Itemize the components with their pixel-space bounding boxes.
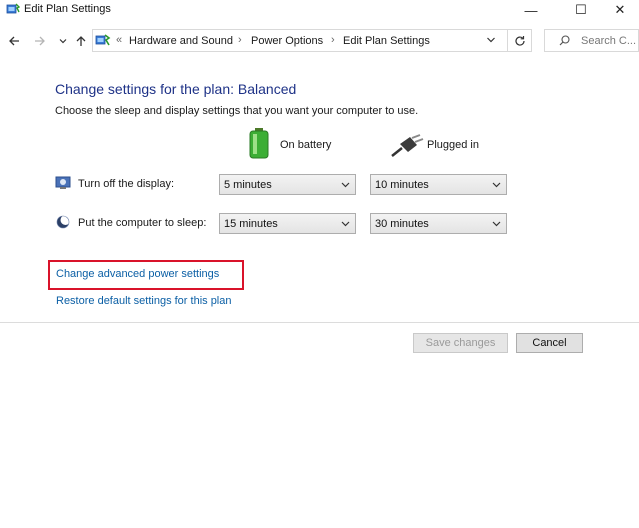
plugged-in-label: Plugged in [427, 139, 479, 151]
search-icon [559, 35, 570, 46]
chevron-down-icon [489, 217, 503, 231]
battery-icon [249, 128, 269, 159]
sleep-on-battery-value: 15 minutes [224, 217, 278, 230]
power-options-app-icon [6, 3, 20, 14]
power-plug-icon [391, 134, 424, 157]
display-plugged-in-select[interactable]: 10 minutes [370, 174, 507, 195]
display-plugged-in-value: 10 minutes [375, 178, 429, 191]
chevron-down-icon [338, 178, 352, 192]
recent-locations-chevron-icon[interactable] [55, 33, 71, 49]
display-icon [55, 176, 71, 189]
power-options-icon [95, 34, 111, 46]
search-placeholder[interactable]: Search C... [581, 35, 636, 47]
breadcrumb-separator[interactable]: › [238, 34, 242, 46]
sleep-plugged-in-select[interactable]: 30 minutes [370, 213, 507, 234]
breadcrumb-hardware-and-sound[interactable]: Hardware and Sound [129, 35, 233, 47]
save-changes-button[interactable]: Save changes [413, 333, 508, 353]
breadcrumb-overflow[interactable]: « [116, 34, 122, 46]
title-bar: Edit Plan Settings — ☐ ✕ [0, 0, 639, 24]
up-arrow-icon[interactable] [73, 33, 89, 49]
back-arrow-icon[interactable] [6, 33, 22, 49]
chevron-down-icon [338, 217, 352, 231]
restore-default-settings-link[interactable]: Restore default settings for this plan [56, 295, 231, 307]
breadcrumb-power-options[interactable]: Power Options [251, 35, 323, 47]
page-heading: Change settings for the plan: Balanced [55, 81, 297, 97]
window-title: Edit Plan Settings [24, 3, 111, 15]
close-button[interactable]: ✕ [597, 0, 639, 20]
breadcrumb-separator[interactable]: › [331, 34, 335, 46]
breadcrumb-edit-plan-settings[interactable]: Edit Plan Settings [343, 35, 430, 47]
address-dropdown-chevron-icon[interactable] [486, 35, 496, 48]
turn-off-display-label: Turn off the display: [78, 178, 174, 190]
chevron-down-icon [489, 178, 503, 192]
refresh-button[interactable] [507, 29, 532, 52]
on-battery-label: On battery [280, 139, 332, 151]
sleep-on-battery-select[interactable]: 15 minutes [219, 213, 356, 234]
refresh-icon [515, 35, 525, 46]
sleep-plugged-in-value: 30 minutes [375, 217, 429, 230]
display-on-battery-select[interactable]: 5 minutes [219, 174, 356, 195]
put-computer-to-sleep-label: Put the computer to sleep: [78, 217, 207, 229]
page-subtitle: Choose the sleep and display settings th… [55, 105, 419, 117]
forward-arrow-icon[interactable] [32, 33, 48, 49]
change-advanced-power-settings-link[interactable]: Change advanced power settings [56, 268, 219, 280]
cancel-button[interactable]: Cancel [516, 333, 583, 353]
sleep-moon-icon [56, 215, 70, 229]
minimize-button[interactable]: — [508, 0, 554, 20]
divider [0, 322, 639, 323]
display-on-battery-value: 5 minutes [224, 178, 272, 191]
